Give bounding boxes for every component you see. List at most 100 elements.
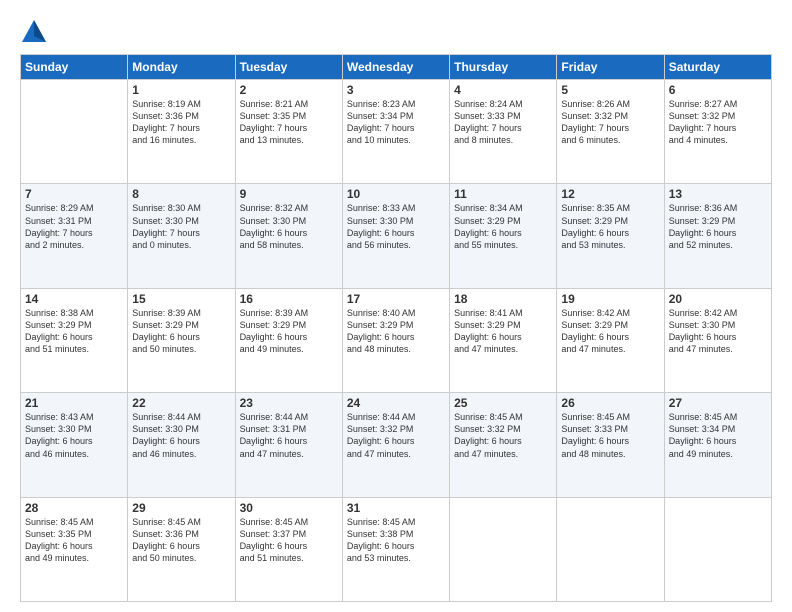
day-number: 24 (347, 396, 445, 410)
day-number: 6 (669, 83, 767, 97)
day-number: 8 (132, 187, 230, 201)
calendar-cell: 25Sunrise: 8:45 AM Sunset: 3:32 PM Dayli… (450, 393, 557, 497)
logo (20, 18, 52, 46)
col-header-sunday: Sunday (21, 55, 128, 80)
day-number: 2 (240, 83, 338, 97)
week-row-3: 21Sunrise: 8:43 AM Sunset: 3:30 PM Dayli… (21, 393, 772, 497)
day-info: Sunrise: 8:45 AM Sunset: 3:33 PM Dayligh… (561, 411, 659, 460)
calendar-cell: 27Sunrise: 8:45 AM Sunset: 3:34 PM Dayli… (664, 393, 771, 497)
day-number: 3 (347, 83, 445, 97)
day-info: Sunrise: 8:44 AM Sunset: 3:32 PM Dayligh… (347, 411, 445, 460)
calendar-cell: 24Sunrise: 8:44 AM Sunset: 3:32 PM Dayli… (342, 393, 449, 497)
day-info: Sunrise: 8:38 AM Sunset: 3:29 PM Dayligh… (25, 307, 123, 356)
calendar-cell: 12Sunrise: 8:35 AM Sunset: 3:29 PM Dayli… (557, 184, 664, 288)
day-info: Sunrise: 8:35 AM Sunset: 3:29 PM Dayligh… (561, 202, 659, 251)
calendar-cell: 2Sunrise: 8:21 AM Sunset: 3:35 PM Daylig… (235, 80, 342, 184)
day-info: Sunrise: 8:45 AM Sunset: 3:38 PM Dayligh… (347, 516, 445, 565)
day-number: 21 (25, 396, 123, 410)
day-number: 13 (669, 187, 767, 201)
calendar-cell: 6Sunrise: 8:27 AM Sunset: 3:32 PM Daylig… (664, 80, 771, 184)
day-number: 1 (132, 83, 230, 97)
day-number: 16 (240, 292, 338, 306)
day-number: 18 (454, 292, 552, 306)
col-header-saturday: Saturday (664, 55, 771, 80)
day-info: Sunrise: 8:45 AM Sunset: 3:32 PM Dayligh… (454, 411, 552, 460)
calendar-cell: 8Sunrise: 8:30 AM Sunset: 3:30 PM Daylig… (128, 184, 235, 288)
calendar-cell: 30Sunrise: 8:45 AM Sunset: 3:37 PM Dayli… (235, 497, 342, 601)
day-number: 11 (454, 187, 552, 201)
calendar-cell: 29Sunrise: 8:45 AM Sunset: 3:36 PM Dayli… (128, 497, 235, 601)
day-info: Sunrise: 8:24 AM Sunset: 3:33 PM Dayligh… (454, 98, 552, 147)
logo-icon (20, 18, 48, 46)
day-number: 9 (240, 187, 338, 201)
calendar-cell: 22Sunrise: 8:44 AM Sunset: 3:30 PM Dayli… (128, 393, 235, 497)
day-info: Sunrise: 8:44 AM Sunset: 3:31 PM Dayligh… (240, 411, 338, 460)
day-number: 5 (561, 83, 659, 97)
day-info: Sunrise: 8:19 AM Sunset: 3:36 PM Dayligh… (132, 98, 230, 147)
day-number: 19 (561, 292, 659, 306)
calendar-cell: 28Sunrise: 8:45 AM Sunset: 3:35 PM Dayli… (21, 497, 128, 601)
calendar-cell: 5Sunrise: 8:26 AM Sunset: 3:32 PM Daylig… (557, 80, 664, 184)
calendar-cell: 10Sunrise: 8:33 AM Sunset: 3:30 PM Dayli… (342, 184, 449, 288)
day-number: 12 (561, 187, 659, 201)
day-info: Sunrise: 8:39 AM Sunset: 3:29 PM Dayligh… (240, 307, 338, 356)
day-number: 17 (347, 292, 445, 306)
calendar-cell: 14Sunrise: 8:38 AM Sunset: 3:29 PM Dayli… (21, 288, 128, 392)
day-info: Sunrise: 8:36 AM Sunset: 3:29 PM Dayligh… (669, 202, 767, 251)
col-header-friday: Friday (557, 55, 664, 80)
calendar-cell (450, 497, 557, 601)
day-info: Sunrise: 8:44 AM Sunset: 3:30 PM Dayligh… (132, 411, 230, 460)
calendar-cell (21, 80, 128, 184)
calendar-cell: 31Sunrise: 8:45 AM Sunset: 3:38 PM Dayli… (342, 497, 449, 601)
calendar-cell: 21Sunrise: 8:43 AM Sunset: 3:30 PM Dayli… (21, 393, 128, 497)
day-info: Sunrise: 8:21 AM Sunset: 3:35 PM Dayligh… (240, 98, 338, 147)
day-number: 31 (347, 501, 445, 515)
calendar-cell (664, 497, 771, 601)
day-number: 14 (25, 292, 123, 306)
day-info: Sunrise: 8:26 AM Sunset: 3:32 PM Dayligh… (561, 98, 659, 147)
col-header-tuesday: Tuesday (235, 55, 342, 80)
day-number: 4 (454, 83, 552, 97)
day-number: 7 (25, 187, 123, 201)
day-info: Sunrise: 8:42 AM Sunset: 3:29 PM Dayligh… (561, 307, 659, 356)
calendar-cell: 19Sunrise: 8:42 AM Sunset: 3:29 PM Dayli… (557, 288, 664, 392)
day-info: Sunrise: 8:29 AM Sunset: 3:31 PM Dayligh… (25, 202, 123, 251)
day-info: Sunrise: 8:30 AM Sunset: 3:30 PM Dayligh… (132, 202, 230, 251)
calendar-cell: 11Sunrise: 8:34 AM Sunset: 3:29 PM Dayli… (450, 184, 557, 288)
day-info: Sunrise: 8:27 AM Sunset: 3:32 PM Dayligh… (669, 98, 767, 147)
day-number: 25 (454, 396, 552, 410)
col-header-thursday: Thursday (450, 55, 557, 80)
calendar: SundayMondayTuesdayWednesdayThursdayFrid… (20, 54, 772, 602)
day-info: Sunrise: 8:45 AM Sunset: 3:35 PM Dayligh… (25, 516, 123, 565)
week-row-4: 28Sunrise: 8:45 AM Sunset: 3:35 PM Dayli… (21, 497, 772, 601)
col-header-monday: Monday (128, 55, 235, 80)
day-number: 26 (561, 396, 659, 410)
day-info: Sunrise: 8:45 AM Sunset: 3:34 PM Dayligh… (669, 411, 767, 460)
calendar-cell: 1Sunrise: 8:19 AM Sunset: 3:36 PM Daylig… (128, 80, 235, 184)
day-number: 23 (240, 396, 338, 410)
day-info: Sunrise: 8:42 AM Sunset: 3:30 PM Dayligh… (669, 307, 767, 356)
calendar-cell: 17Sunrise: 8:40 AM Sunset: 3:29 PM Dayli… (342, 288, 449, 392)
day-info: Sunrise: 8:45 AM Sunset: 3:37 PM Dayligh… (240, 516, 338, 565)
day-info: Sunrise: 8:43 AM Sunset: 3:30 PM Dayligh… (25, 411, 123, 460)
day-info: Sunrise: 8:41 AM Sunset: 3:29 PM Dayligh… (454, 307, 552, 356)
day-number: 28 (25, 501, 123, 515)
calendar-cell: 4Sunrise: 8:24 AM Sunset: 3:33 PM Daylig… (450, 80, 557, 184)
day-number: 27 (669, 396, 767, 410)
day-info: Sunrise: 8:40 AM Sunset: 3:29 PM Dayligh… (347, 307, 445, 356)
calendar-cell: 18Sunrise: 8:41 AM Sunset: 3:29 PM Dayli… (450, 288, 557, 392)
day-info: Sunrise: 8:45 AM Sunset: 3:36 PM Dayligh… (132, 516, 230, 565)
calendar-cell: 13Sunrise: 8:36 AM Sunset: 3:29 PM Dayli… (664, 184, 771, 288)
day-number: 20 (669, 292, 767, 306)
calendar-cell (557, 497, 664, 601)
day-number: 29 (132, 501, 230, 515)
week-row-0: 1Sunrise: 8:19 AM Sunset: 3:36 PM Daylig… (21, 80, 772, 184)
week-row-1: 7Sunrise: 8:29 AM Sunset: 3:31 PM Daylig… (21, 184, 772, 288)
calendar-cell: 20Sunrise: 8:42 AM Sunset: 3:30 PM Dayli… (664, 288, 771, 392)
day-info: Sunrise: 8:33 AM Sunset: 3:30 PM Dayligh… (347, 202, 445, 251)
col-header-wednesday: Wednesday (342, 55, 449, 80)
calendar-cell: 16Sunrise: 8:39 AM Sunset: 3:29 PM Dayli… (235, 288, 342, 392)
calendar-header-row: SundayMondayTuesdayWednesdayThursdayFrid… (21, 55, 772, 80)
day-info: Sunrise: 8:32 AM Sunset: 3:30 PM Dayligh… (240, 202, 338, 251)
header (20, 18, 772, 46)
